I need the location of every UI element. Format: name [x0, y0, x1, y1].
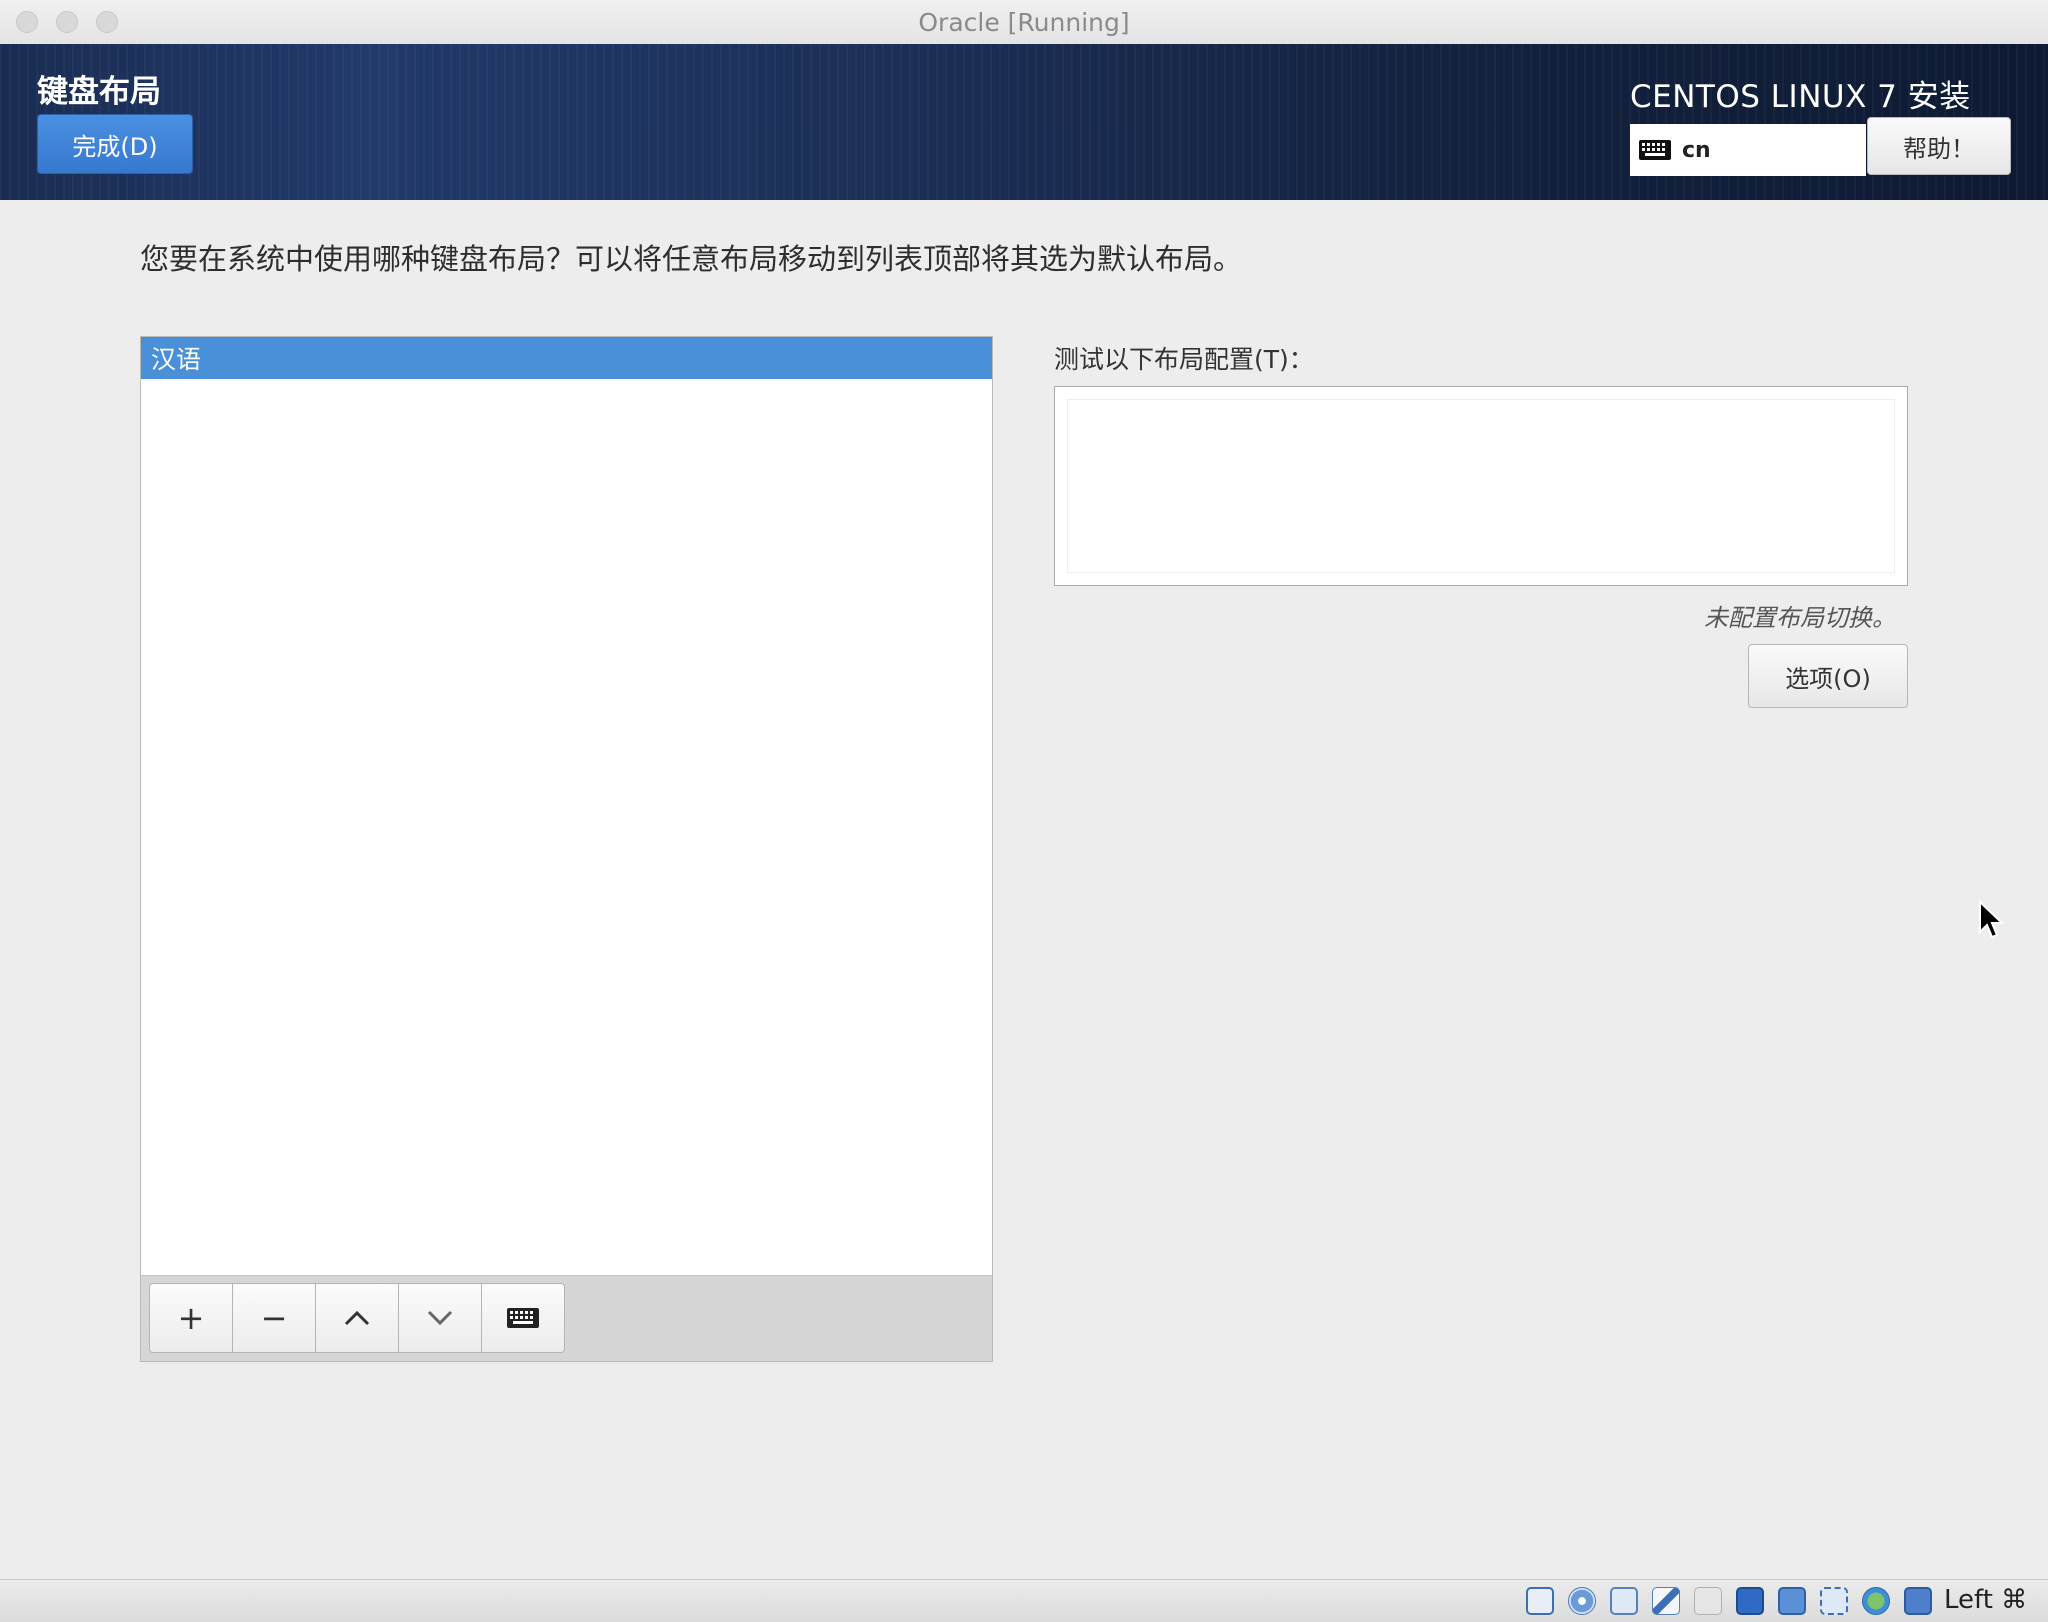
layout-list[interactable]: 汉语 + − — [140, 336, 993, 1362]
move-layout-up-button[interactable] — [315, 1283, 399, 1353]
instructions-text: 您要在系统中使用哪种键盘布局？可以将任意布局移动到列表顶部将其选为默认布局。 — [140, 242, 1243, 276]
options-button[interactable]: 选项(O) — [1748, 644, 1908, 708]
layout-list-toolbar: + − — [141, 1275, 992, 1361]
mouse-pointer-icon — [1979, 900, 2005, 939]
window-titlebar: Oracle [Running] — [0, 0, 2048, 45]
optical-drive-icon[interactable] — [1568, 1587, 1596, 1615]
help-button[interactable]: 帮助！ — [1867, 117, 2011, 175]
display-icon[interactable] — [1736, 1587, 1764, 1615]
minus-icon: − — [260, 1299, 288, 1337]
screen-capture-icon[interactable] — [1778, 1587, 1806, 1615]
test-layout-area[interactable] — [1054, 386, 1908, 586]
preview-layout-button[interactable] — [481, 1283, 565, 1353]
keyboard-icon — [1639, 140, 1671, 160]
move-layout-down-button[interactable] — [398, 1283, 482, 1353]
remove-layout-button[interactable]: − — [232, 1283, 316, 1353]
add-layout-button[interactable]: + — [149, 1283, 233, 1353]
test-layout-input[interactable] — [1067, 399, 1895, 573]
hard-disk-icon[interactable] — [1526, 1587, 1554, 1615]
layout-switch-note: 未配置布局切换。 — [1704, 604, 1896, 632]
done-button[interactable]: 完成(D) — [37, 114, 193, 174]
keyboard-icon — [507, 1308, 539, 1328]
list-item-layout-selected[interactable]: 汉语 — [141, 337, 992, 379]
usb-icon[interactable] — [1652, 1587, 1680, 1615]
test-layout-label: 测试以下布局配置(T)： — [1054, 345, 1314, 374]
cpu-icon[interactable] — [1820, 1587, 1848, 1615]
keyboard-layout-code: cn — [1682, 137, 1711, 163]
window-title: Oracle [Running] — [918, 8, 1130, 37]
product-title: CENTOS LINUX 7 安装 — [1630, 79, 1971, 115]
chevron-down-icon — [427, 1310, 453, 1326]
spoke-title: 键盘布局 — [37, 74, 161, 110]
vm-status-bar: Left ⌘ — [0, 1579, 2048, 1622]
chevron-up-icon — [344, 1310, 370, 1326]
download-icon[interactable] — [1904, 1587, 1932, 1615]
host-key-indicator: Left ⌘ — [1944, 1585, 2028, 1615]
keyboard-layout-indicator[interactable]: cn — [1630, 124, 1866, 176]
plus-icon: + — [177, 1299, 205, 1337]
network-icon[interactable] — [1862, 1587, 1890, 1615]
shared-folder-icon[interactable] — [1694, 1587, 1722, 1615]
audio-icon[interactable] — [1610, 1587, 1638, 1615]
installer-header: 键盘布局 完成(D) CENTOS LINUX 7 安装 cn 帮助！ — [0, 44, 2048, 200]
